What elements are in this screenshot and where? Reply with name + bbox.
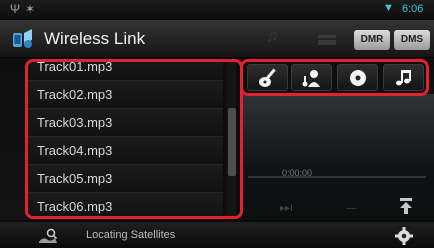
guitar-icon xyxy=(258,68,276,87)
music-view-icon: ♫ xyxy=(266,28,278,45)
artist-icon xyxy=(302,70,320,87)
gps-search-icon[interactable] xyxy=(38,228,58,244)
list-item[interactable]: Track01.mp3 xyxy=(28,62,223,81)
track-list[interactable]: Track01.mp3 Track02.mp3 Track03.mp3 Trac… xyxy=(25,59,243,219)
usb-icon: Ψ xyxy=(10,2,21,16)
artist-button[interactable] xyxy=(291,64,332,91)
dmr-button[interactable]: DMR xyxy=(354,30,390,50)
gear-icon[interactable] xyxy=(394,226,414,246)
progress-bar[interactable] xyxy=(248,176,426,178)
list-view-icon xyxy=(318,35,336,45)
music-note-icon xyxy=(395,70,411,86)
genre-button[interactable] xyxy=(247,64,288,91)
scrollbar-thumb[interactable] xyxy=(228,108,236,176)
wifi-icon: ▼ xyxy=(383,2,394,14)
list-item[interactable]: Track04.mp3 xyxy=(28,137,223,165)
play-time: 0:00:00 xyxy=(282,168,313,178)
album-button[interactable] xyxy=(337,64,378,91)
fast-forward-icon: ▸▸I xyxy=(280,203,293,214)
gps-status-text: Locating Satellites xyxy=(86,229,176,241)
list-item[interactable]: Track06.mp3 xyxy=(28,193,223,216)
category-buttons xyxy=(240,59,429,96)
bluetooth-icon: ✶ xyxy=(25,2,36,16)
list-item[interactable]: Track05.mp3 xyxy=(28,165,223,193)
wireless-link-icon xyxy=(13,29,32,48)
disc-icon xyxy=(349,70,366,86)
clock: 6:06 xyxy=(402,3,424,15)
page-title: Wireless Link xyxy=(44,29,146,48)
dms-button[interactable]: DMS xyxy=(394,30,430,50)
song-button[interactable] xyxy=(383,64,424,91)
minus-icon: — xyxy=(346,203,356,214)
status-bar: Ψ ✶ ▼ 6:06 xyxy=(0,0,434,20)
title-bar: Wireless Link ♫ DMR DMS xyxy=(0,20,434,58)
bottom-bar: Locating Satellites xyxy=(0,222,434,248)
list-item[interactable]: Track03.mp3 xyxy=(28,109,223,137)
list-item[interactable]: Track02.mp3 xyxy=(28,81,223,109)
upload-icon[interactable] xyxy=(396,196,416,216)
